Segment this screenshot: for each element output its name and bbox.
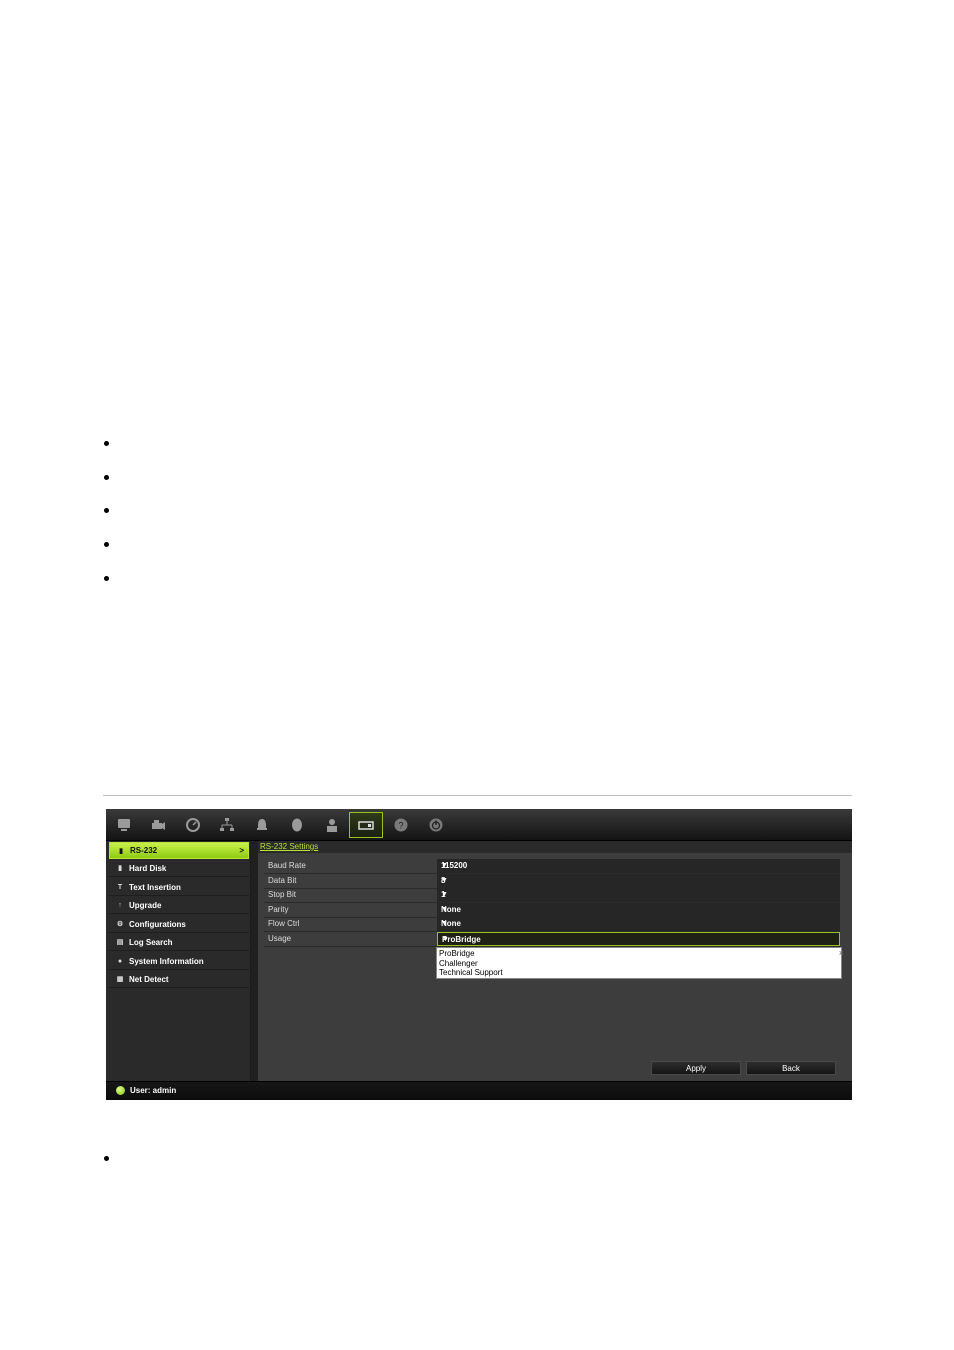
stop-bit-select[interactable]: 1 ▼ [437,888,840,902]
chevron-down-icon: ▼ [441,877,448,884]
panel-separator [251,841,258,1081]
monitor-icon[interactable] [107,812,141,838]
data-bit-label: Data Bit [268,876,297,885]
baud-rate-select[interactable]: 115200 ▼ [437,859,840,873]
power-icon[interactable] [419,812,453,838]
sidebar-item-label: Configurations [129,919,186,929]
data-bit-select[interactable]: 8 ▼ [437,874,840,888]
sidebar-item-label: Log Search [129,937,173,947]
flow-ctrl-label: Flow Ctrl [268,919,300,928]
sidebar-item-label: Text Insertion [129,882,181,892]
alarm-icon[interactable] [245,812,279,838]
sidebar-item-system-information[interactable]: ● System Information [109,953,249,970]
serial-port-icon: ▮ [119,847,123,855]
horizontal-divider [103,795,852,796]
sidebar-item-text-insertion[interactable]: T Text Insertion [109,879,249,896]
settings-tab-bar: RS-232 Settings [258,841,852,853]
data-bit-row: Data Bit 8 ▼ [264,874,840,889]
baud-rate-label: Baud Rate [268,861,306,870]
device-management-icon[interactable] [349,812,383,838]
flow-ctrl-row: Flow Ctrl None ▼ [264,917,840,932]
apply-button[interactable]: Apply [651,1061,741,1075]
dvr-settings-window: ? ▮ RS-232 > ▮ Hard Disk T Text Insertio… [106,809,852,1100]
usage-label: Usage [268,934,292,943]
sidebar-item-label: Net Detect [129,974,169,984]
baud-rate-row: Baud Rate 115200 ▼ [264,859,840,874]
usage-select[interactable]: ProBridge ▼ [437,932,840,946]
upgrade-icon: ↑ [118,901,122,909]
bullet-point [104,508,109,513]
camera-icon[interactable] [141,812,175,838]
chevron-down-icon: ▼ [441,862,448,869]
sidebar-item-rs232[interactable]: ▮ RS-232 > [109,842,249,859]
chevron-down-icon: ▼ [441,906,448,913]
parity-select[interactable]: None ▼ [437,903,840,917]
usage-option-probridge[interactable]: ProBridge [439,949,475,959]
sidebar-item-hard-disk[interactable]: ▮ Hard Disk [109,860,249,877]
bullet-point [104,576,109,581]
status-bar: User: admin [106,1081,852,1100]
usage-dropdown-list: ProBridge Challenger Technical Support × [436,947,844,979]
chevron-down-icon: ▼ [441,920,448,927]
current-user: User: admin [130,1086,177,1095]
configurations-icon: ⚙ [116,921,124,928]
chevron-down-icon: ▼ [441,891,448,898]
sidebar-item-label: RS-232 [130,846,158,855]
sidebar-item-log-search[interactable]: ▤ Log Search [109,934,249,951]
user-lock-icon[interactable] [315,812,349,838]
back-button[interactable]: Back [746,1061,836,1075]
parity-label: Parity [268,905,289,914]
bullet-point [104,542,109,547]
top-toolbar: ? [106,809,852,841]
svg-text:?: ? [398,821,403,831]
stop-bit-label: Stop Bit [268,890,297,899]
sidebar-item-configurations[interactable]: ⚙ Configurations [109,916,249,933]
log-search-icon: ▤ [116,939,124,946]
info-icon: ● [117,957,123,965]
user-status-icon [116,1086,125,1095]
main-panel: RS-232 Settings Baud Rate 115200 ▼ Data … [258,841,852,1081]
network-icon[interactable] [210,812,244,838]
help-icon[interactable]: ? [384,812,418,838]
text-insertion-icon: T [117,883,123,891]
sidebar-item-upgrade[interactable]: ↑ Upgrade [109,897,249,914]
bullet-point [104,1156,109,1161]
parity-row: Parity None ▼ [264,903,840,918]
sidebar: ▮ RS-232 > ▮ Hard Disk T Text Insertion … [106,841,251,1081]
clock-icon[interactable] [176,812,210,838]
close-icon[interactable]: × [839,948,844,958]
stop-bit-row: Stop Bit 1 ▼ [264,888,840,903]
bullet-point [104,475,109,480]
sidebar-item-label: Hard Disk [129,863,167,873]
net-detect-icon: ▦ [116,976,124,983]
usage-option-technical-support[interactable]: Technical Support [439,968,503,978]
sidebar-item-label: Upgrade [129,900,162,910]
chevron-down-icon: ▼ [442,936,449,943]
disk-icon: ▮ [118,865,122,872]
sidebar-item-net-detect[interactable]: ▦ Net Detect [109,971,249,988]
flow-ctrl-select[interactable]: None ▼ [437,917,840,931]
mouse-icon[interactable] [280,812,314,838]
chevron-right-icon: > [239,846,244,855]
sidebar-item-label: System Information [129,956,204,966]
usage-row: Usage ProBridge ▼ [264,932,840,947]
tab-rs232-settings[interactable]: RS-232 Settings [260,841,318,853]
bullet-point [104,441,109,446]
